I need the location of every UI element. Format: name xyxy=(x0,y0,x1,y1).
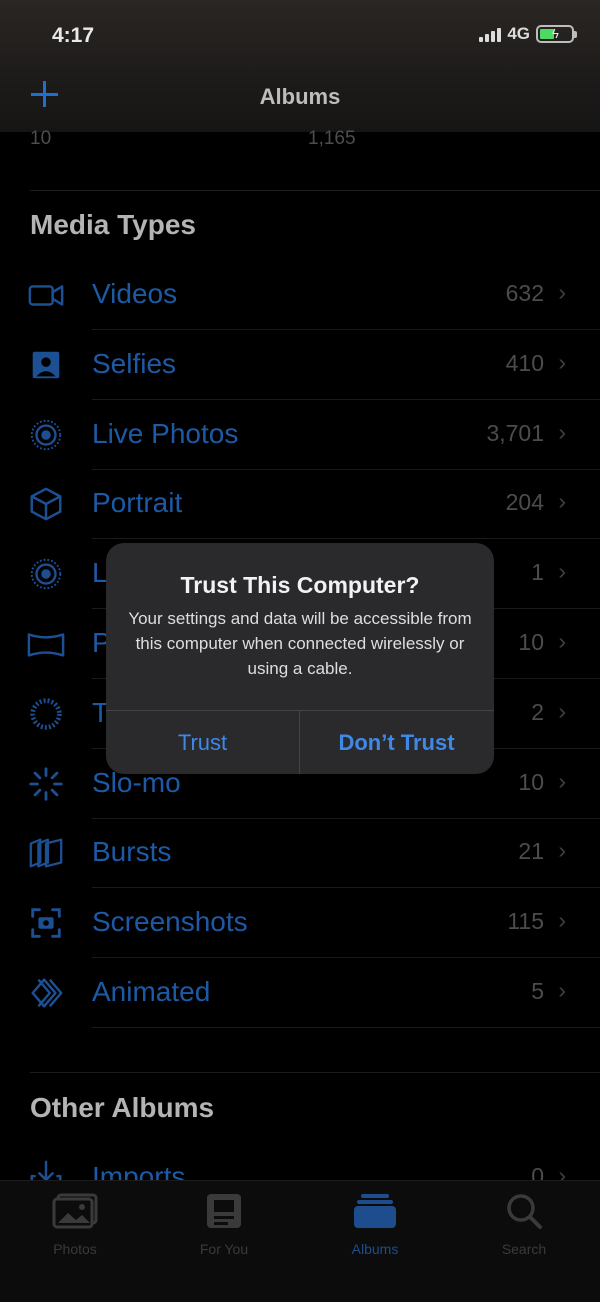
media-types-header: Media Types xyxy=(30,209,196,240)
photos-icon xyxy=(15,1191,135,1231)
tab-label: Search xyxy=(501,1241,547,1257)
album-label: Screenshots xyxy=(92,906,248,938)
trust-button[interactable]: Trust xyxy=(106,711,299,774)
album-label: Bursts xyxy=(92,836,172,868)
row-separator xyxy=(92,1027,600,1028)
album-row-bursts[interactable]: Bursts 21 › xyxy=(0,818,600,889)
chevron-right-icon: › xyxy=(558,977,566,1003)
album-count: 632 xyxy=(505,280,544,306)
portrait-cube-icon xyxy=(26,485,66,523)
search-icon xyxy=(464,1191,584,1231)
album-label: Live Photos xyxy=(92,417,239,449)
album-count: 10 xyxy=(518,629,544,655)
divider xyxy=(30,190,600,191)
tab-photos[interactable]: Photos xyxy=(15,1191,135,1257)
chevron-right-icon: › xyxy=(558,488,566,515)
album-row-animated[interactable]: Animated 5 › xyxy=(0,958,600,1028)
tab-label: Albums xyxy=(351,1241,399,1257)
live-photo-icon xyxy=(26,555,66,593)
chevron-right-icon: › xyxy=(558,907,566,934)
chevron-right-icon: › xyxy=(558,558,566,585)
album-count: 1 xyxy=(531,559,544,586)
album-row-portrait[interactable]: Portrait 204 › xyxy=(0,469,600,540)
album-count: 3,701 xyxy=(486,419,544,446)
chevron-right-icon: › xyxy=(558,767,566,794)
chevron-right-icon: › xyxy=(558,418,566,445)
screenshot-icon xyxy=(26,904,66,942)
video-icon xyxy=(26,276,66,314)
panorama-icon xyxy=(26,625,66,663)
trust-computer-dialog: Trust This Computer? Your settings and d… xyxy=(106,543,494,774)
status-indicators: 4G ϟ xyxy=(479,24,577,44)
album-count: 21 xyxy=(518,838,544,865)
album-count: 5 xyxy=(531,978,544,1004)
battery-icon: ϟ xyxy=(536,25,577,43)
page-title: Albums xyxy=(259,84,341,109)
top-bar: 4:17 4G ϟ Albums xyxy=(0,0,600,132)
dialog-title: Trust This Computer? xyxy=(180,572,420,598)
animated-icon xyxy=(26,974,66,1012)
live-photo-icon xyxy=(26,416,66,454)
signal-icon xyxy=(479,26,502,42)
album-row-videos[interactable]: Videos 632 › xyxy=(0,260,600,330)
albums-icon xyxy=(315,1191,435,1231)
chevron-right-icon: › xyxy=(558,348,566,375)
tab-for-you[interactable]: For You xyxy=(164,1191,284,1257)
network-type: 4G xyxy=(507,24,530,43)
album-row-screenshots[interactable]: Screenshots 115 › xyxy=(0,888,600,959)
album-count: 410 xyxy=(505,349,544,376)
tab-label: Photos xyxy=(53,1241,97,1257)
album-label: Portrait xyxy=(92,487,183,519)
album-count: 115 xyxy=(507,908,544,935)
album-count: 10 xyxy=(518,768,544,795)
album-row-live-photos[interactable]: Live Photos 3,701 › xyxy=(0,400,600,470)
selfie-icon xyxy=(26,346,66,384)
chevron-right-icon: › xyxy=(558,628,566,654)
album-label: Videos xyxy=(92,278,178,309)
chevron-right-icon: › xyxy=(558,697,566,724)
album-count: 204 xyxy=(505,489,544,516)
album-row-selfies[interactable]: Selfies 410 › xyxy=(0,330,600,400)
tab-label: For You xyxy=(199,1241,249,1257)
chevron-right-icon: › xyxy=(558,837,566,864)
time-lapse-icon xyxy=(26,695,66,733)
tab-bar: Photos For You Albums Search xyxy=(0,1180,600,1302)
album-count: 10 xyxy=(30,128,52,149)
album-count: 1,165 xyxy=(308,128,356,149)
album-label: Animated xyxy=(92,976,211,1007)
bursts-icon xyxy=(26,834,66,872)
slo-mo-icon xyxy=(26,765,66,803)
status-time: 4:17 xyxy=(52,24,95,47)
album-count: 2 xyxy=(531,698,544,725)
tab-search[interactable]: Search xyxy=(464,1191,584,1257)
other-albums-header: Other Albums xyxy=(30,1092,215,1123)
tab-albums[interactable]: Albums xyxy=(315,1191,435,1257)
dialog-message: Your settings and data will be accessibl… xyxy=(128,609,472,678)
chevron-right-icon: › xyxy=(558,279,566,305)
album-label: Selfies xyxy=(92,347,177,379)
for-you-icon xyxy=(164,1191,284,1231)
divider xyxy=(30,1072,600,1073)
dont-trust-button[interactable]: Don’t Trust xyxy=(300,711,493,774)
photos-albums-screen: 4:17 4G ϟ Albums 10 1,165 Media Types Vi… xyxy=(0,0,600,1302)
